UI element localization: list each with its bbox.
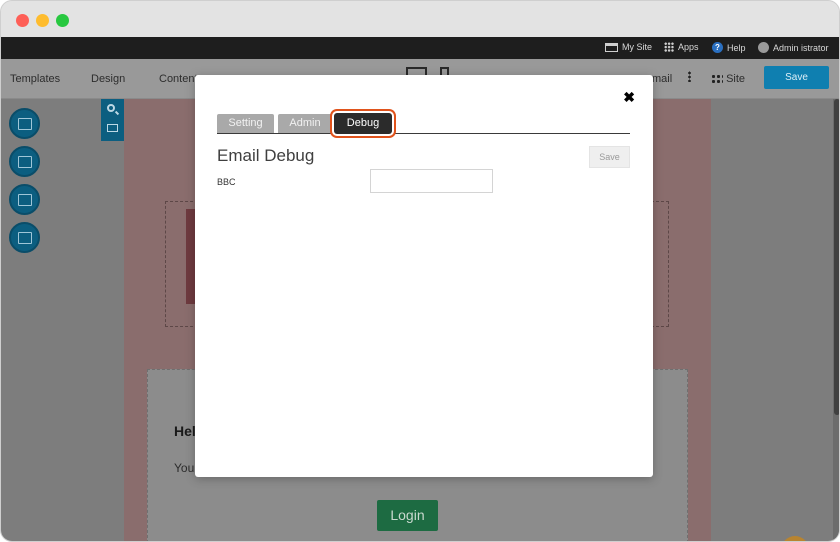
bbc-label: BBC [217,177,236,187]
add-image-tool[interactable] [9,146,40,177]
bbc-input[interactable] [370,169,493,193]
admin-bar: My Site Apps ? Help Admin istrator [1,37,839,59]
card-heading: Hel [174,423,196,439]
maximize-window-button[interactable] [56,14,69,27]
browser-window: My Site Apps ? Help Admin istrator Templ… [0,0,840,542]
tab-admin[interactable]: Admin [278,114,332,133]
dialog-title: Email Debug [217,146,315,165]
login-button[interactable]: Login [377,500,438,531]
tab-setting[interactable]: Setting [217,114,274,133]
add-header-tool[interactable] [9,184,40,215]
header-icon [17,193,32,206]
email-menu[interactable]: mail [652,73,672,85]
window-titlebar [1,1,839,37]
apps-link[interactable]: Apps [664,42,699,52]
email-icon[interactable] [107,124,118,132]
dialog-save-button[interactable]: Save [589,146,630,168]
share-icon [711,74,723,85]
close-icon[interactable]: ✖ [623,89,635,106]
site-menu[interactable]: Site [711,73,745,85]
monitor-icon [605,42,618,52]
help-link[interactable]: ? Help [712,42,746,53]
email-debug-dialog: ✖ Setting Admin Debug Email Debug Save B… [195,75,653,477]
search-panel [101,99,124,141]
help-icon: ? [712,42,723,53]
grid-icon [664,42,674,52]
image-icon [17,155,32,168]
templates-menu[interactable]: Templates [10,73,60,85]
content-menu[interactable]: Content [159,73,198,85]
minimize-window-button[interactable] [36,14,49,27]
page-scrollbar[interactable] [833,99,839,541]
add-section-tool[interactable] [9,108,40,139]
footer-icon [17,231,32,244]
more-options-icon[interactable] [688,71,691,82]
tab-debug[interactable]: Debug [334,113,392,134]
user-menu[interactable]: Admin istrator [758,42,829,53]
chat-icon[interactable] [781,536,809,541]
close-window-button[interactable] [16,14,29,27]
card-text: You [174,461,195,475]
dialog-tabs: Setting Admin Debug [217,113,630,134]
layout-icon [17,117,32,130]
search-icon[interactable] [107,104,115,112]
my-site-link[interactable]: My Site [605,42,652,52]
design-menu[interactable]: Design [91,73,125,85]
toolbar-save-button[interactable]: Save [764,66,829,89]
user-avatar-icon [758,42,769,53]
scroll-thumb[interactable] [834,99,839,415]
add-footer-tool[interactable] [9,222,40,253]
